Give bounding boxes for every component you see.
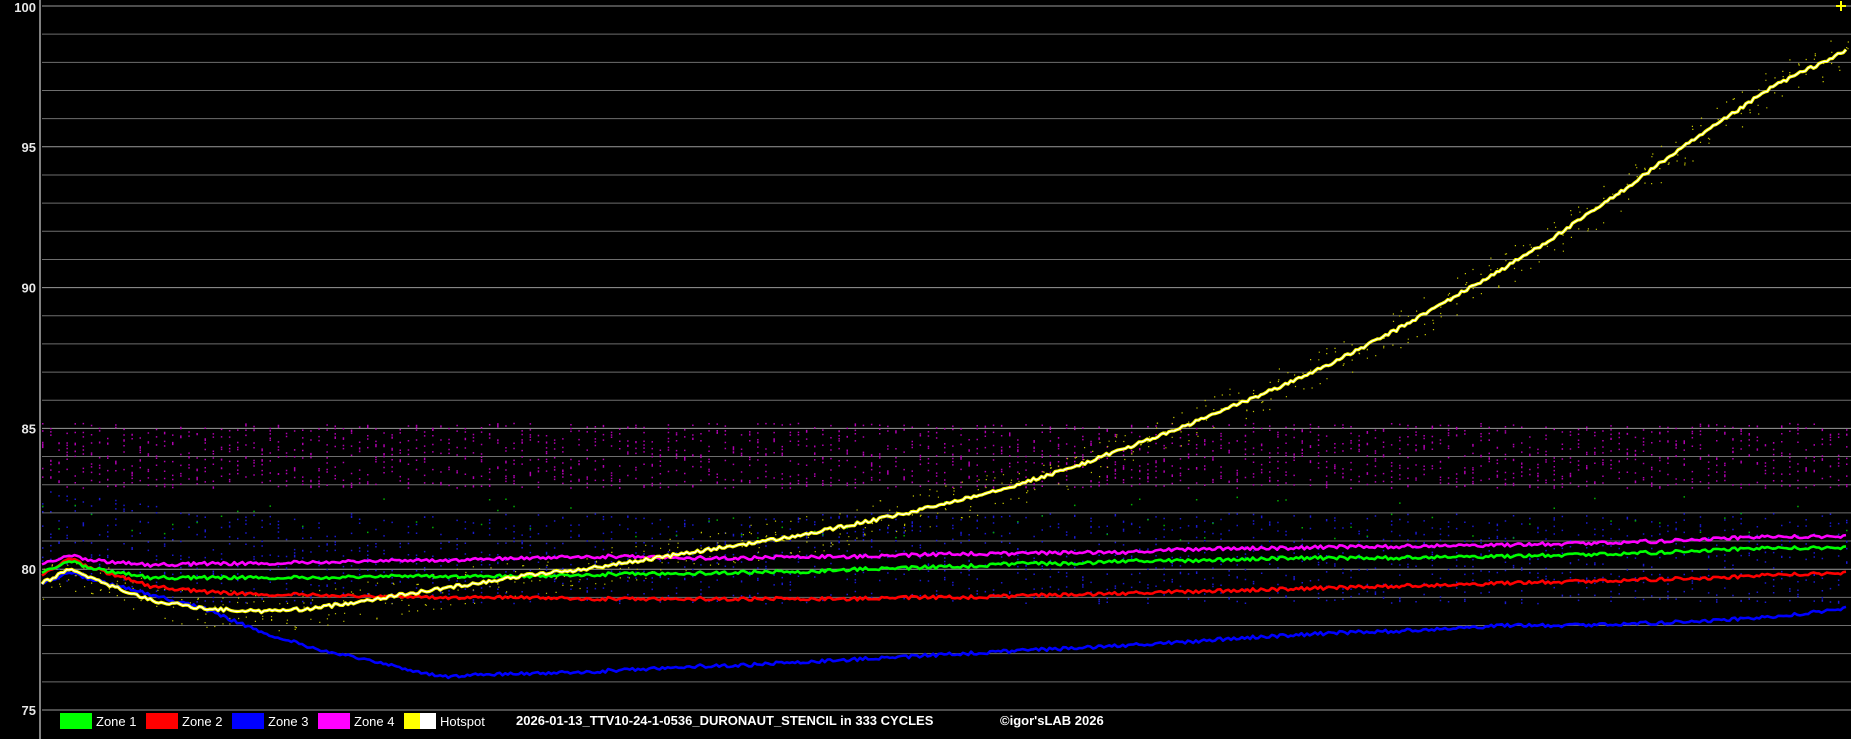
y-tick-label: 95	[22, 140, 36, 155]
legend-swatch-zone-1	[60, 713, 92, 729]
chart-caption: 2026-01-13_TTV10-24-1-0536_DURONAUT_STEN…	[516, 713, 934, 728]
copyright-text: ©igor'sLAB 2026	[1000, 713, 1104, 728]
legend-swatch-hotspot-secondary	[420, 713, 436, 729]
temperature-chart: 100 95 90 85 80 75 Zone 1 Zone 2 Zone 3 Zone 4 Ho…	[0, 0, 1851, 739]
legend-label-zone-3: Zone 3	[268, 714, 308, 729]
y-tick-label: 100	[14, 0, 36, 15]
y-tick-label: 80	[22, 562, 36, 577]
legend-swatch-zone-2	[146, 713, 178, 729]
legend-label-hotspot: Hotspot	[440, 714, 485, 729]
legend-label-zone-2: Zone 2	[182, 714, 222, 729]
legend-swatch-zone-3	[232, 713, 264, 729]
plot-background	[0, 0, 1851, 739]
legend-label-zone-4: Zone 4	[354, 714, 394, 729]
legend-label-zone-1: Zone 1	[96, 714, 136, 729]
legend-swatch-hotspot	[404, 713, 420, 729]
y-tick-label: 85	[22, 421, 36, 436]
legend-swatch-zone-4	[318, 713, 350, 729]
legend: Zone 1 Zone 2 Zone 3 Zone 4 Hotspot	[60, 713, 485, 729]
y-tick-label: 75	[22, 703, 36, 718]
y-tick-label: 90	[22, 281, 36, 296]
